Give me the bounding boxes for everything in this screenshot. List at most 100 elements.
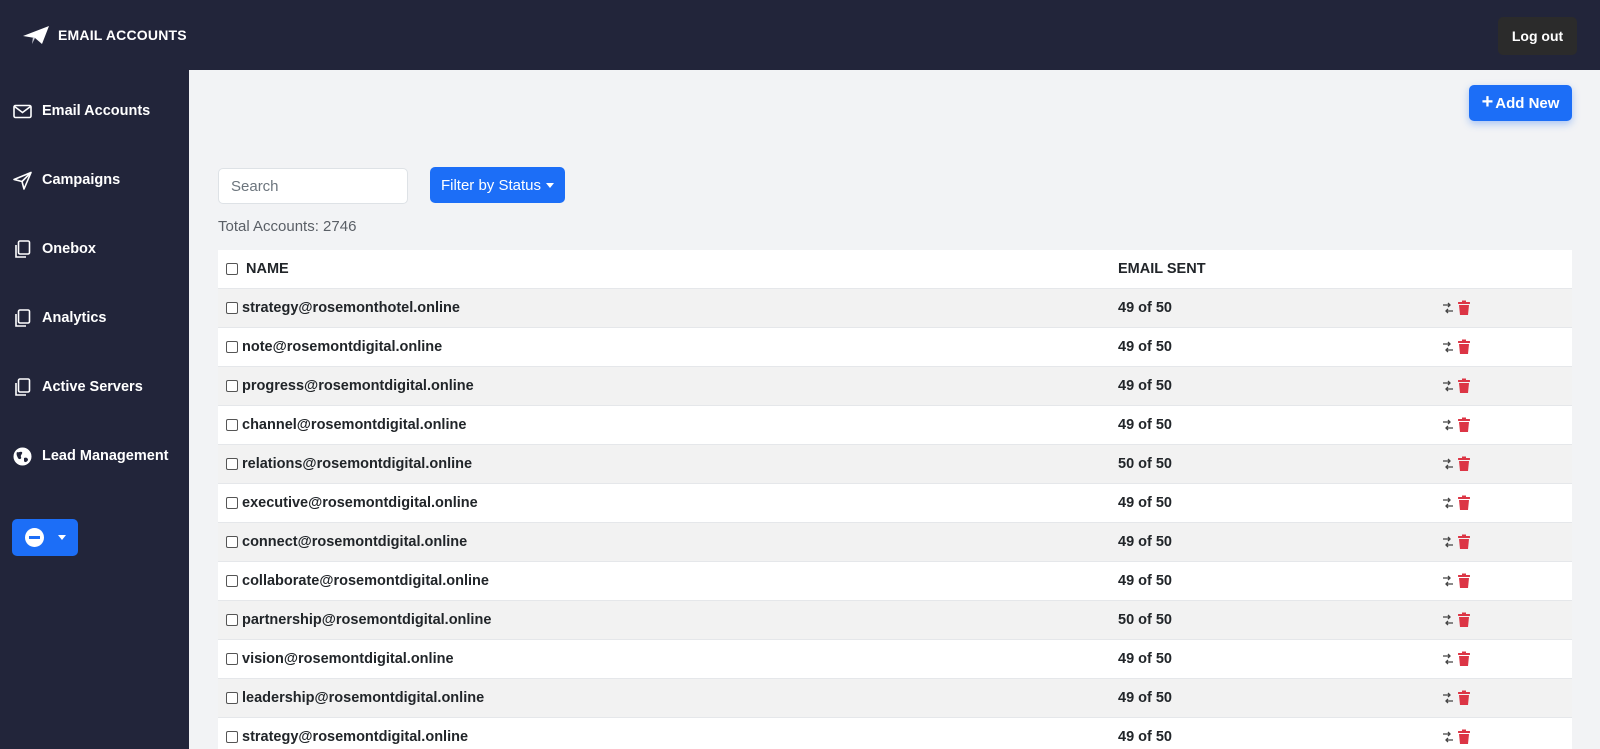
row-checkbox[interactable]	[226, 419, 238, 431]
account-email: leadership@rosemontdigital.online	[242, 690, 485, 706]
table-row[interactable]: partnership@rosemontdigital.online 50 of …	[218, 601, 1572, 640]
swap-icon[interactable]	[1441, 691, 1455, 705]
row-checkbox[interactable]	[226, 575, 238, 587]
plus-icon: +	[1481, 91, 1494, 113]
account-email: relations@rosemontdigital.online	[242, 456, 473, 472]
column-header-sent: EMAIL SENT	[1118, 261, 1206, 277]
trash-icon[interactable]	[1457, 573, 1471, 589]
actions-cell	[1441, 573, 1572, 589]
sidebar-item-analytics[interactable]: Analytics	[12, 303, 106, 333]
arrow-left-circle-icon	[24, 528, 44, 547]
account-name-cell: channel@rosemontdigital.online	[218, 417, 1118, 433]
table-row[interactable]: connect@rosemontdigital.online 49 of 50	[218, 523, 1572, 562]
collapse-dropdown-button[interactable]	[12, 519, 78, 556]
copy-icon	[15, 377, 31, 396]
account-email: vision@rosemontdigital.online	[242, 651, 454, 667]
globe-icon	[13, 447, 32, 465]
table-row[interactable]: strategy@rosemontdigital.online 49 of 50	[218, 718, 1572, 749]
account-name-cell: collaborate@rosemontdigital.online	[218, 573, 1118, 589]
account-name-cell: strategy@rosemonthotel.online	[218, 300, 1118, 316]
account-name-cell: partnership@rosemontdigital.online	[218, 612, 1118, 628]
email-sent-cell: 49 of 50	[1118, 339, 1172, 355]
trash-icon[interactable]	[1457, 651, 1471, 667]
trash-icon[interactable]	[1457, 495, 1471, 511]
sidebar-item-label: Email Accounts	[42, 103, 151, 119]
sidebar-item-active-servers[interactable]: Active Servers	[12, 372, 143, 402]
account-name-cell: strategy@rosemontdigital.online	[218, 729, 1118, 745]
table-row[interactable]: channel@rosemontdigital.online 49 of 50	[218, 406, 1572, 445]
actions-cell	[1441, 612, 1572, 628]
add-new-button[interactable]: + Add New	[1469, 85, 1572, 121]
table-row[interactable]: executive@rosemontdigital.online 49 of 50	[218, 484, 1572, 523]
email-sent-cell: 49 of 50	[1118, 573, 1172, 589]
actions-cell	[1441, 456, 1572, 472]
trash-icon[interactable]	[1457, 339, 1471, 355]
swap-icon[interactable]	[1441, 496, 1455, 510]
swap-icon[interactable]	[1441, 613, 1455, 627]
sidebar-item-label: Analytics	[42, 310, 107, 326]
swap-icon[interactable]	[1441, 574, 1455, 588]
swap-icon[interactable]	[1441, 340, 1455, 354]
send-icon	[13, 171, 32, 190]
row-checkbox[interactable]	[226, 653, 238, 665]
row-checkbox[interactable]	[226, 731, 238, 743]
email-sent-cell: 50 of 50	[1118, 456, 1172, 472]
table-header: NAME EMAIL SENT	[218, 250, 1572, 289]
actions-cell	[1441, 495, 1572, 511]
account-name-cell: progress@rosemontdigital.online	[218, 378, 1118, 394]
table-row[interactable]: vision@rosemontdigital.online 49 of 50	[218, 640, 1572, 679]
swap-icon[interactable]	[1441, 418, 1455, 432]
logout-button[interactable]: Log out	[1498, 17, 1577, 55]
row-checkbox[interactable]	[226, 380, 238, 392]
copy-icon	[15, 239, 31, 258]
swap-icon[interactable]	[1441, 730, 1455, 744]
caret-down-icon	[546, 182, 555, 188]
table-row[interactable]: collaborate@rosemontdigital.online 49 of …	[218, 562, 1572, 601]
table-row[interactable]: progress@rosemontdigital.online 49 of 50	[218, 367, 1572, 406]
trash-icon[interactable]	[1457, 690, 1471, 706]
sidebar-item-onebox[interactable]: Onebox	[12, 234, 96, 264]
account-name-cell: note@rosemontdigital.online	[218, 339, 1118, 355]
row-checkbox[interactable]	[226, 302, 238, 314]
table-row[interactable]: relations@rosemontdigital.online 50 of 50	[218, 445, 1572, 484]
account-email: connect@rosemontdigital.online	[242, 534, 468, 550]
trash-icon[interactable]	[1457, 378, 1471, 394]
row-checkbox[interactable]	[226, 341, 238, 353]
account-name-cell: relations@rosemontdigital.online	[218, 456, 1118, 472]
swap-icon[interactable]	[1441, 652, 1455, 666]
trash-icon[interactable]	[1457, 612, 1471, 628]
table-row[interactable]: leadership@rosemontdigital.online 49 of 5…	[218, 679, 1572, 718]
copy-icon	[15, 308, 31, 327]
row-checkbox[interactable]	[226, 536, 238, 548]
email-sent-cell: 49 of 50	[1118, 690, 1172, 706]
column-header-name: NAME	[218, 261, 1118, 277]
row-checkbox[interactable]	[226, 614, 238, 626]
swap-icon[interactable]	[1441, 301, 1455, 315]
sidebar-item-campaigns[interactable]: Campaigns	[12, 165, 120, 195]
actions-cell	[1441, 651, 1572, 667]
filter-by-status-button[interactable]: Filter by Status	[430, 167, 565, 203]
sidebar-item-lead-management[interactable]: Lead Management	[12, 441, 169, 471]
row-checkbox[interactable]	[226, 497, 238, 509]
search-input[interactable]	[218, 168, 408, 204]
trash-icon[interactable]	[1457, 534, 1471, 550]
table-row[interactable]: note@rosemontdigital.online 49 of 50	[218, 328, 1572, 367]
email-sent-cell: 50 of 50	[1118, 612, 1172, 628]
actions-cell	[1441, 300, 1572, 316]
envelope-icon	[13, 104, 32, 118]
swap-icon[interactable]	[1441, 457, 1455, 471]
sidebar-item-email-accounts[interactable]: Email Accounts	[12, 96, 150, 126]
trash-icon[interactable]	[1457, 729, 1471, 745]
row-checkbox[interactable]	[226, 458, 238, 470]
actions-cell	[1441, 729, 1572, 745]
sidebar-item-label: Onebox	[42, 241, 96, 257]
trash-icon[interactable]	[1457, 300, 1471, 316]
swap-icon[interactable]	[1441, 379, 1455, 393]
row-checkbox[interactable]	[226, 692, 238, 704]
select-all-checkbox[interactable]	[226, 263, 238, 275]
trash-icon[interactable]	[1457, 417, 1471, 433]
trash-icon[interactable]	[1457, 456, 1471, 472]
swap-icon[interactable]	[1441, 535, 1455, 549]
paper-plane-icon	[23, 26, 49, 44]
table-row[interactable]: strategy@rosemonthotel.online 49 of 50	[218, 289, 1572, 328]
